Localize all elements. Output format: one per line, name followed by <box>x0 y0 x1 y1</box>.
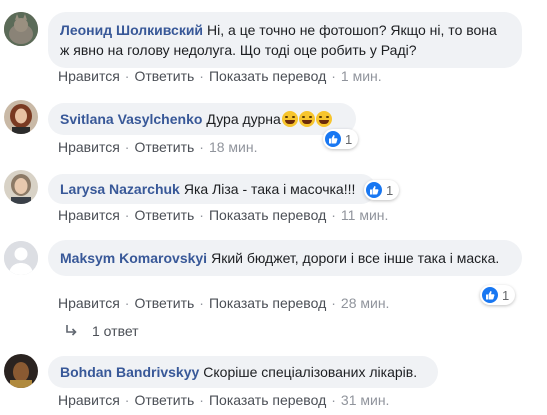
avatar[interactable] <box>4 354 38 388</box>
reply-button[interactable]: Ответить <box>134 139 194 155</box>
replies-count-label[interactable]: 1 ответ <box>92 323 139 339</box>
like-button[interactable]: Нравится <box>58 139 120 155</box>
avatar[interactable] <box>4 100 38 134</box>
translate-button[interactable]: Показать перевод <box>209 207 326 223</box>
view-replies-link[interactable]: 1 ответ <box>64 323 139 339</box>
translate-button[interactable]: Показать перевод <box>209 392 326 408</box>
comment-bubble: Леонид Шолкивский Ні, а це точно не фотош… <box>48 12 522 68</box>
author-name[interactable]: Леонид Шолкивский <box>60 22 203 38</box>
avatar[interactable] <box>4 241 38 275</box>
comment-actions: Нравится · Ответить · Показать перевод · 11 ми… <box>58 207 389 223</box>
reply-button[interactable]: Ответить <box>134 207 194 223</box>
translate-button[interactable]: Показать перевод <box>209 68 326 84</box>
comment-actions: Нравится · Ответить · 18 мин. <box>58 139 258 155</box>
reaction-count: 1 <box>502 287 510 303</box>
timestamp[interactable]: 31 мин. <box>341 392 390 408</box>
comment-actions: Нравится · Ответить · Показать перевод · 1 мин… <box>58 68 382 84</box>
reply-arrow-icon <box>66 325 77 336</box>
reaction-count: 1 <box>386 182 394 198</box>
reaction-badge[interactable]: 1 <box>323 129 359 149</box>
laughing-emoji-icon <box>281 111 298 127</box>
reply-button[interactable]: Ответить <box>134 392 194 408</box>
avatar[interactable] <box>4 12 38 46</box>
author-name[interactable]: Svitlana Vasylchenko <box>60 111 202 127</box>
translate-button[interactable]: Показать перевод <box>209 295 326 311</box>
comment-bubble: Larysa Nazarchuk Яка Ліза - така і масочк… <box>48 174 376 204</box>
like-button[interactable]: Нравится <box>58 207 120 223</box>
timestamp[interactable]: 28 мин. <box>341 295 390 311</box>
comment-bubble: Bohdan Bandrivskyy Скоріше спеціалізовани… <box>48 356 438 388</box>
author-name[interactable]: Maksym Komarovskyi <box>60 250 207 266</box>
comment-text: Дура дурна <box>206 111 281 127</box>
timestamp[interactable]: 1 мин. <box>341 68 382 84</box>
comment-text: Який бюджет, дороги і все інше така і ма… <box>211 250 500 266</box>
like-button[interactable]: Нравится <box>58 295 120 311</box>
author-name[interactable]: Bohdan Bandrivskyy <box>60 364 199 380</box>
like-button[interactable]: Нравится <box>58 68 120 84</box>
like-button[interactable]: Нравится <box>58 392 120 408</box>
reaction-count: 1 <box>345 131 353 147</box>
reaction-badge[interactable]: 1 <box>480 285 516 305</box>
thumbs-up-icon <box>325 131 341 147</box>
laughing-emoji-icon <box>298 111 315 127</box>
reply-button[interactable]: Ответить <box>134 295 194 311</box>
author-name[interactable]: Larysa Nazarchuk <box>60 181 180 197</box>
avatar[interactable] <box>4 170 38 204</box>
comment-actions: Нравится · Ответить · Показать перевод · 31 ми… <box>58 392 390 408</box>
reaction-badge[interactable]: 1 <box>364 180 400 200</box>
laughing-emoji-icon <box>315 111 332 127</box>
thumbs-up-icon <box>366 182 382 198</box>
thumbs-up-icon <box>482 287 498 303</box>
comment-bubble: Maksym Komarovskyi Який бюджет, дороги і … <box>48 240 522 276</box>
comment-text: Скоріше спеціалізованих лікарів. <box>203 364 418 380</box>
timestamp[interactable]: 18 мин. <box>209 139 258 155</box>
timestamp[interactable]: 11 мин. <box>341 207 389 223</box>
comment-bubble: Svitlana Vasylchenko Дура дурна <box>48 103 356 135</box>
comment-text: Яка Ліза - така і масочка!!! <box>183 181 356 197</box>
reply-button[interactable]: Ответить <box>134 68 194 84</box>
comment-actions: Нравится · Ответить · Показать перевод · 28 ми… <box>58 295 390 311</box>
